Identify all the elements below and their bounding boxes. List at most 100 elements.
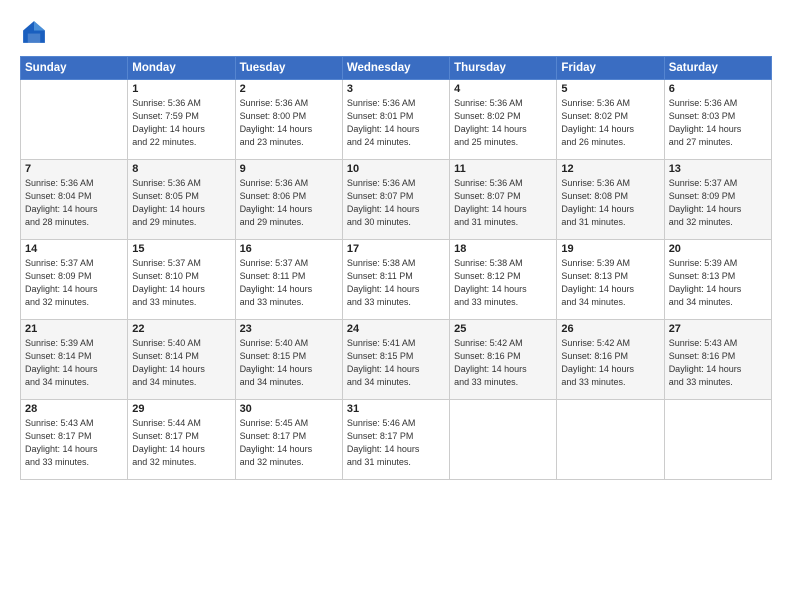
calendar-cell: 20Sunrise: 5:39 AM Sunset: 8:13 PM Dayli…	[664, 240, 771, 320]
day-info: Sunrise: 5:37 AM Sunset: 8:09 PM Dayligh…	[669, 177, 767, 229]
day-number: 11	[454, 163, 552, 175]
day-number: 1	[132, 83, 230, 95]
calendar-cell: 25 Sunrise: 5:42 AM Sunset: 8:16 PM Dayli…	[450, 320, 557, 400]
calendar-cell	[450, 400, 557, 480]
calendar-cell: 2 Sunrise: 5:36 AM Sunset: 8:00 PM Daylig…	[235, 80, 342, 160]
day-info: Sunrise: 5:36 AM Sunset: 8:05 PM Dayligh…	[132, 177, 230, 229]
day-info: Sunrise: 5:46 AM Sunset: 8:17 PM Dayligh…	[347, 417, 445, 469]
day-info: Sunrise: 5:36 AM Sunset: 7:59 PM Dayligh…	[132, 97, 230, 149]
calendar-cell: 26 Sunrise: 5:42 AM Sunset: 8:16 PM Dayli…	[557, 320, 664, 400]
day-info: Sunrise: 5:45 AM Sunset: 8:17 PM Dayligh…	[240, 417, 338, 469]
calendar-table: SundayMondayTuesdayWednesdayThursdayFrid…	[20, 56, 772, 480]
day-number: 16	[240, 243, 338, 255]
day-number: 19	[561, 243, 659, 255]
calendar-day-header: Friday	[557, 57, 664, 80]
day-number: 28	[25, 403, 123, 415]
day-number: 10	[347, 163, 445, 175]
day-info: Sunrise: 5:38 AM Sunset: 8:12 PM Dayligh…	[454, 257, 552, 309]
day-number: 7	[25, 163, 123, 175]
calendar-cell: 28 Sunrise: 5:43 AM Sunset: 8:17 PM Dayli…	[21, 400, 128, 480]
calendar-cell: 5Sunrise: 5:36 AM Sunset: 8:02 PM Daylig…	[557, 80, 664, 160]
day-number: 6	[669, 83, 767, 95]
calendar-cell: 1 Sunrise: 5:36 AM Sunset: 7:59 PM Daylig…	[128, 80, 235, 160]
day-number: 18	[454, 243, 552, 255]
day-info: Sunrise: 5:36 AM Sunset: 8:03 PM Dayligh…	[669, 97, 767, 149]
day-number: 24	[347, 323, 445, 335]
day-number: 25	[454, 323, 552, 335]
day-number: 27	[669, 323, 767, 335]
calendar-cell: 8 Sunrise: 5:36 AM Sunset: 8:05 PM Daylig…	[128, 160, 235, 240]
calendar-week-row: 7 Sunrise: 5:36 AM Sunset: 8:04 PM Daylig…	[21, 160, 772, 240]
day-number: 4	[454, 83, 552, 95]
calendar-week-row: 28 Sunrise: 5:43 AM Sunset: 8:17 PM Dayli…	[21, 400, 772, 480]
calendar-cell	[21, 80, 128, 160]
calendar-cell: 29 Sunrise: 5:44 AM Sunset: 8:17 PM Dayli…	[128, 400, 235, 480]
calendar-week-row: 14 Sunrise: 5:37 AM Sunset: 8:09 PM Dayli…	[21, 240, 772, 320]
day-number: 12	[561, 163, 659, 175]
calendar-cell: 24 Sunrise: 5:41 AM Sunset: 8:15 PM Dayli…	[342, 320, 449, 400]
calendar-cell: 18 Sunrise: 5:38 AM Sunset: 8:12 PM Dayli…	[450, 240, 557, 320]
day-info: Sunrise: 5:37 AM Sunset: 8:09 PM Dayligh…	[25, 257, 123, 309]
calendar-day-header: Monday	[128, 57, 235, 80]
day-info: Sunrise: 5:44 AM Sunset: 8:17 PM Dayligh…	[132, 417, 230, 469]
day-number: 29	[132, 403, 230, 415]
day-info: Sunrise: 5:36 AM Sunset: 8:08 PM Dayligh…	[561, 177, 659, 229]
calendar-day-header: Thursday	[450, 57, 557, 80]
day-info: Sunrise: 5:37 AM Sunset: 8:10 PM Dayligh…	[132, 257, 230, 309]
page: SundayMondayTuesdayWednesdayThursdayFrid…	[0, 0, 792, 612]
day-info: Sunrise: 5:36 AM Sunset: 8:07 PM Dayligh…	[347, 177, 445, 229]
calendar-cell: 4Sunrise: 5:36 AM Sunset: 8:02 PM Daylig…	[450, 80, 557, 160]
calendar-cell: 11 Sunrise: 5:36 AM Sunset: 8:07 PM Dayli…	[450, 160, 557, 240]
day-number: 20	[669, 243, 767, 255]
calendar-cell: 6 Sunrise: 5:36 AM Sunset: 8:03 PM Daylig…	[664, 80, 771, 160]
day-info: Sunrise: 5:38 AM Sunset: 8:11 PM Dayligh…	[347, 257, 445, 309]
calendar-cell: 31 Sunrise: 5:46 AM Sunset: 8:17 PM Dayli…	[342, 400, 449, 480]
day-info: Sunrise: 5:42 AM Sunset: 8:16 PM Dayligh…	[561, 337, 659, 389]
day-info: Sunrise: 5:36 AM Sunset: 8:07 PM Dayligh…	[454, 177, 552, 229]
day-number: 23	[240, 323, 338, 335]
day-info: Sunrise: 5:37 AM Sunset: 8:11 PM Dayligh…	[240, 257, 338, 309]
day-number: 14	[25, 243, 123, 255]
day-number: 30	[240, 403, 338, 415]
day-info: Sunrise: 5:42 AM Sunset: 8:16 PM Dayligh…	[454, 337, 552, 389]
calendar-cell: 30 Sunrise: 5:45 AM Sunset: 8:17 PM Dayli…	[235, 400, 342, 480]
calendar-cell	[664, 400, 771, 480]
header	[20, 18, 772, 46]
calendar-cell: 10 Sunrise: 5:36 AM Sunset: 8:07 PM Dayli…	[342, 160, 449, 240]
day-info: Sunrise: 5:36 AM Sunset: 8:06 PM Dayligh…	[240, 177, 338, 229]
logo-icon	[20, 18, 48, 46]
calendar-cell: 21 Sunrise: 5:39 AM Sunset: 8:14 PM Dayli…	[21, 320, 128, 400]
day-info: Sunrise: 5:43 AM Sunset: 8:17 PM Dayligh…	[25, 417, 123, 469]
day-number: 15	[132, 243, 230, 255]
calendar-cell: 19 Sunrise: 5:39 AM Sunset: 8:13 PM Dayli…	[557, 240, 664, 320]
day-info: Sunrise: 5:41 AM Sunset: 8:15 PM Dayligh…	[347, 337, 445, 389]
calendar-cell: 17Sunrise: 5:38 AM Sunset: 8:11 PM Dayli…	[342, 240, 449, 320]
calendar-cell: 22Sunrise: 5:40 AM Sunset: 8:14 PM Dayli…	[128, 320, 235, 400]
day-info: Sunrise: 5:36 AM Sunset: 8:04 PM Dayligh…	[25, 177, 123, 229]
day-info: Sunrise: 5:39 AM Sunset: 8:14 PM Dayligh…	[25, 337, 123, 389]
calendar-cell: 23 Sunrise: 5:40 AM Sunset: 8:15 PM Dayli…	[235, 320, 342, 400]
logo	[20, 18, 52, 46]
day-info: Sunrise: 5:39 AM Sunset: 8:13 PM Dayligh…	[561, 257, 659, 309]
day-number: 21	[25, 323, 123, 335]
day-number: 2	[240, 83, 338, 95]
day-number: 3	[347, 83, 445, 95]
day-number: 26	[561, 323, 659, 335]
day-number: 9	[240, 163, 338, 175]
calendar-cell: 12 Sunrise: 5:36 AM Sunset: 8:08 PM Dayli…	[557, 160, 664, 240]
calendar-cell: 3Sunrise: 5:36 AM Sunset: 8:01 PM Daylig…	[342, 80, 449, 160]
calendar-day-header: Saturday	[664, 57, 771, 80]
calendar-week-row: 21 Sunrise: 5:39 AM Sunset: 8:14 PM Dayli…	[21, 320, 772, 400]
day-number: 8	[132, 163, 230, 175]
day-info: Sunrise: 5:40 AM Sunset: 8:15 PM Dayligh…	[240, 337, 338, 389]
calendar-cell: 7 Sunrise: 5:36 AM Sunset: 8:04 PM Daylig…	[21, 160, 128, 240]
calendar-day-header: Tuesday	[235, 57, 342, 80]
day-info: Sunrise: 5:43 AM Sunset: 8:16 PM Dayligh…	[669, 337, 767, 389]
calendar-header-row: SundayMondayTuesdayWednesdayThursdayFrid…	[21, 57, 772, 80]
calendar-cell: 16 Sunrise: 5:37 AM Sunset: 8:11 PM Dayli…	[235, 240, 342, 320]
day-info: Sunrise: 5:40 AM Sunset: 8:14 PM Dayligh…	[132, 337, 230, 389]
day-number: 31	[347, 403, 445, 415]
day-info: Sunrise: 5:36 AM Sunset: 8:00 PM Dayligh…	[240, 97, 338, 149]
calendar-day-header: Wednesday	[342, 57, 449, 80]
day-number: 5	[561, 83, 659, 95]
